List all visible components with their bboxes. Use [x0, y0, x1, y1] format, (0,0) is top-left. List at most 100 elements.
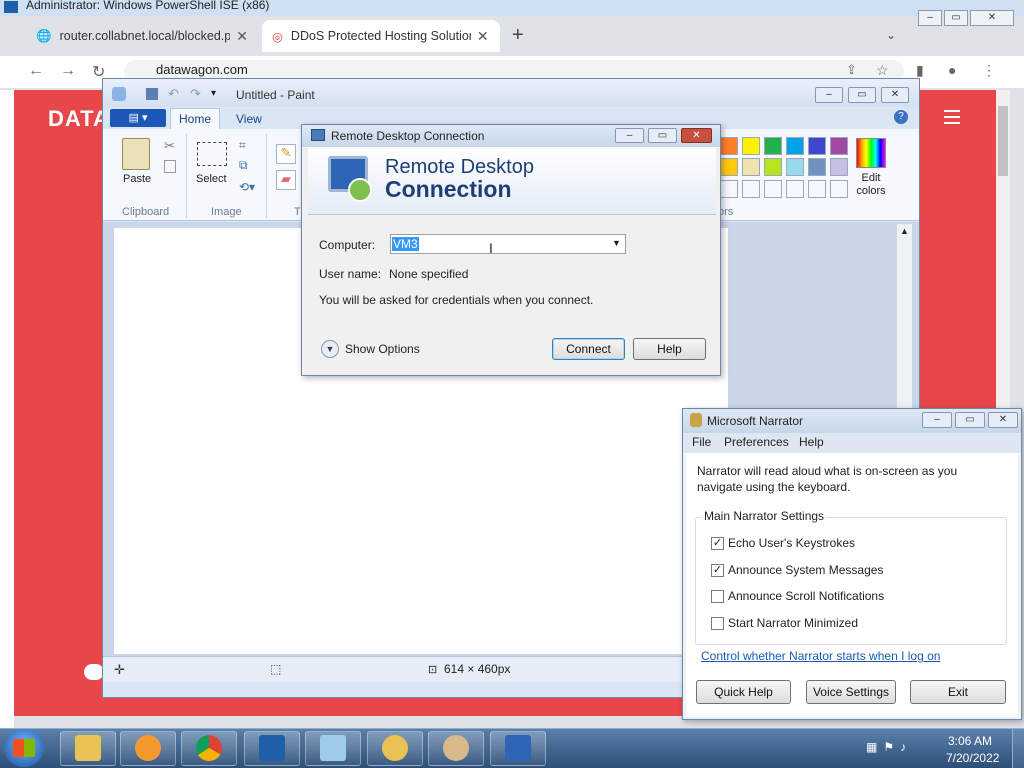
new-tab-button[interactable]: + [512, 24, 524, 47]
resize-icon[interactable]: ⧉ [239, 158, 248, 173]
tab-view[interactable]: View [236, 112, 262, 126]
crop-icon[interactable]: ⌗ [239, 138, 246, 153]
announce-system-messages-label[interactable]: Announce System Messages [728, 563, 883, 577]
color-swatch[interactable] [764, 158, 782, 176]
network-icon[interactable]: ▦ [866, 740, 883, 754]
color-swatch-empty[interactable] [742, 180, 760, 198]
show-desktop-button[interactable] [1012, 729, 1024, 768]
maximize-button[interactable]: ▭ [944, 10, 968, 26]
start-minimized-label[interactable]: Start Narrator Minimized [728, 616, 858, 630]
browser-tab-ddos[interactable]: ◎ DDoS Protected Hosting Solutions ✕ [262, 20, 500, 52]
start-minimized-checkbox[interactable] [711, 617, 724, 630]
select-button-label[interactable]: Select [196, 173, 227, 185]
connect-button[interactable]: Connect [552, 338, 625, 360]
color-swatch-empty[interactable] [786, 180, 804, 198]
color-swatch[interactable] [720, 158, 738, 176]
copy-icon[interactable] [164, 160, 176, 173]
paint-maximize-button[interactable]: ▭ [848, 87, 876, 103]
volume-icon[interactable]: ♪ [900, 740, 912, 754]
rdc-close-button[interactable]: ✕ [681, 128, 712, 143]
undo-icon[interactable]: ↶ [168, 86, 179, 102]
tab-home[interactable]: Home [170, 108, 220, 130]
paint-minimize-button[interactable]: – [815, 87, 843, 103]
color-swatch-empty[interactable] [720, 180, 738, 198]
edit-colors-icon[interactable] [856, 138, 886, 168]
color-swatch-empty[interactable] [764, 180, 782, 198]
paste-button-label[interactable]: Paste [123, 173, 151, 185]
color-swatch[interactable] [720, 137, 738, 155]
close-tab-icon[interactable]: ✕ [477, 28, 489, 45]
rdc-maximize-button[interactable]: ▭ [648, 128, 677, 143]
color-swatch[interactable] [742, 158, 760, 176]
announce-scroll-label[interactable]: Announce Scroll Notifications [728, 589, 884, 603]
clock-time[interactable]: 3:06 AM [948, 734, 992, 748]
paint-close-button[interactable]: ✕ [881, 87, 909, 103]
pencil-icon[interactable]: ✎ [276, 144, 296, 164]
echo-keystrokes-label[interactable]: Echo User's Keystrokes [728, 536, 855, 550]
computer-combobox[interactable] [390, 234, 626, 254]
select-icon[interactable] [197, 142, 227, 166]
announce-system-messages-checkbox[interactable]: ✓ [711, 564, 724, 577]
site-brand[interactable]: DATA [48, 106, 110, 132]
rotate-icon[interactable]: ⟲▾ [239, 180, 255, 194]
close-button[interactable]: ✕ [970, 10, 1014, 26]
redo-icon[interactable]: ↷ [190, 86, 201, 102]
bookmark-star-icon[interactable]: ☆ [876, 62, 889, 79]
page-scroll-thumb[interactable] [998, 106, 1008, 176]
color-swatch[interactable] [808, 158, 826, 176]
echo-keystrokes-checkbox[interactable]: ✓ [711, 537, 724, 550]
share-icon[interactable]: ⇪ [846, 62, 857, 78]
system-tray[interactable]: ▦⚑♪ [866, 740, 912, 754]
color-swatch-empty[interactable] [830, 180, 848, 198]
expand-chevron-icon[interactable]: ▼ [321, 340, 339, 358]
color-swatch[interactable] [808, 137, 826, 155]
announce-scroll-checkbox[interactable] [711, 590, 724, 603]
color-swatch[interactable] [786, 158, 804, 176]
side-panel-icon[interactable]: ▮ [916, 62, 924, 79]
cut-icon[interactable]: ✂ [164, 138, 175, 154]
color-swatch-empty[interactable] [808, 180, 826, 198]
back-arrow-icon[interactable]: ← [28, 62, 44, 80]
show-options-button[interactable]: Show Options [345, 342, 420, 356]
scroll-up-icon[interactable]: ▲ [900, 226, 909, 236]
help-button[interactable]: Help [633, 338, 706, 360]
menu-preferences[interactable]: Preferences [724, 435, 789, 449]
narrator-minimize-button[interactable]: – [922, 412, 952, 428]
clock-date[interactable]: 7/20/2022 [946, 751, 999, 765]
profile-avatar-icon[interactable]: ● [948, 62, 956, 78]
paste-icon[interactable] [122, 138, 150, 170]
color-swatch[interactable] [742, 137, 760, 155]
help-icon[interactable]: ? [894, 110, 908, 124]
color-swatch[interactable] [830, 158, 848, 176]
exit-button[interactable]: Exit [910, 680, 1006, 704]
dropdown-arrow-icon[interactable]: ▼ [612, 238, 621, 248]
more-menu-icon[interactable]: ⋮ [982, 62, 996, 79]
paint-menu-button[interactable]: ▤ ▾ [110, 109, 166, 127]
color-swatch[interactable] [764, 137, 782, 155]
minimize-button[interactable]: – [918, 10, 942, 26]
narrator-maximize-button[interactable]: ▭ [955, 412, 985, 428]
startup-settings-link[interactable]: Control whether Narrator starts when I l… [701, 649, 940, 663]
computer-input-value[interactable]: VM3 [392, 237, 419, 251]
color-swatch[interactable] [830, 137, 848, 155]
voice-settings-button[interactable]: Voice Settings [806, 680, 896, 704]
computer-label: Computer: [319, 238, 376, 252]
close-tab-icon[interactable]: ✕ [236, 28, 248, 45]
color-swatch[interactable] [786, 137, 804, 155]
edit-colors-label[interactable]: Edit colors [853, 172, 889, 198]
browser-tab-router[interactable]: 🌐 router.collabnet.local/blocked.php ✕ [26, 20, 258, 52]
tab-search-chevron-icon[interactable]: ⌄ [886, 28, 896, 42]
tab-label: router.collabnet.local/blocked.php [59, 29, 231, 43]
action-center-icon[interactable]: ⚑ [883, 740, 900, 754]
forward-arrow-icon[interactable]: → [60, 62, 76, 80]
hamburger-menu-icon[interactable] [944, 110, 960, 128]
menu-help[interactable]: Help [799, 435, 824, 449]
rdc-minimize-button[interactable]: – [615, 128, 644, 143]
save-icon[interactable] [146, 88, 158, 100]
menu-file[interactable]: File [692, 435, 711, 449]
narrator-close-button[interactable]: ✕ [988, 412, 1018, 428]
eraser-icon[interactable]: ▰ [276, 170, 296, 190]
quick-help-button[interactable]: Quick Help [696, 680, 791, 704]
url-text[interactable]: datawagon.com [156, 62, 248, 77]
quick-access-dropdown-icon[interactable]: ▾ [211, 88, 216, 99]
